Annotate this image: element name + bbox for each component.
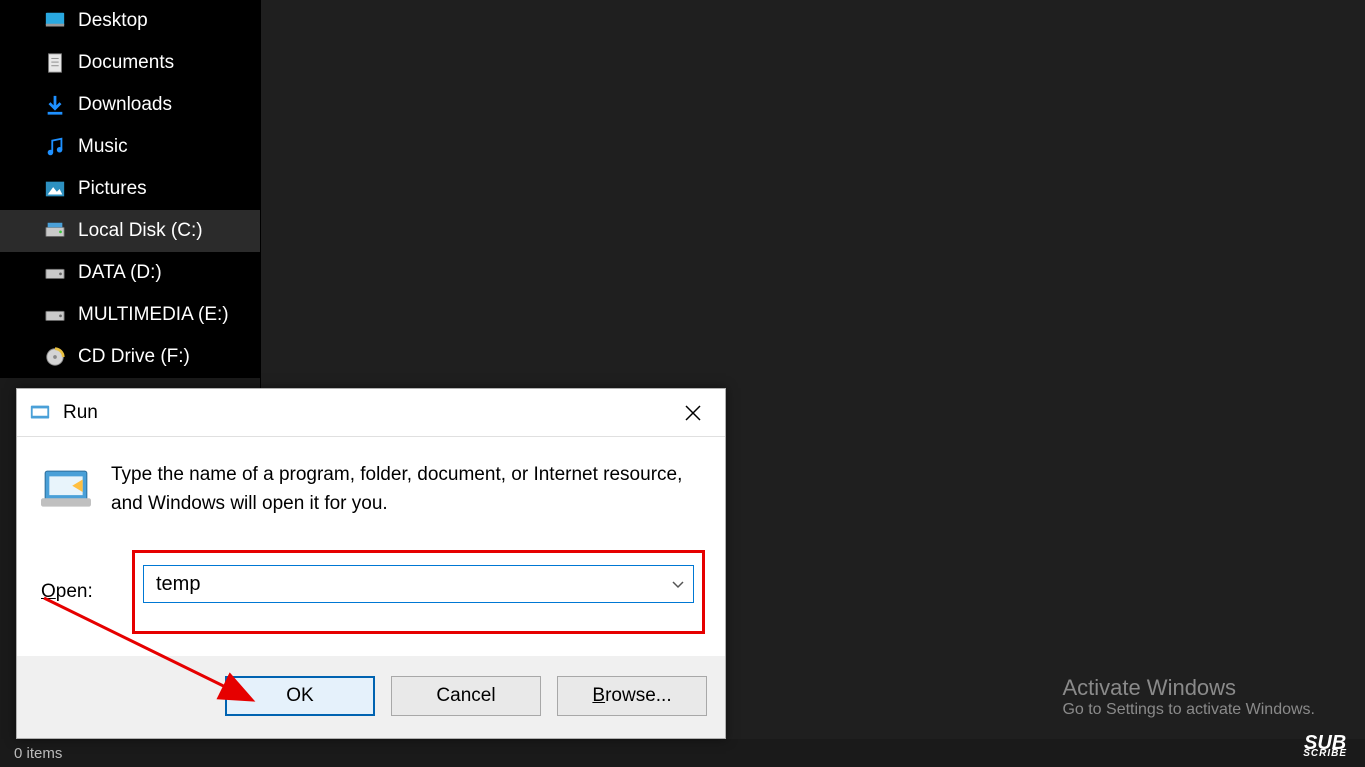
run-description: Type the name of a program, folder, docu… bbox=[111, 461, 701, 518]
sidebar-item-pictures[interactable]: Pictures bbox=[0, 168, 260, 210]
run-input[interactable] bbox=[144, 569, 663, 600]
watermark-sub: Go to Settings to activate Windows. bbox=[1062, 701, 1315, 719]
sidebar-item-label: MULTIMEDIA (E:) bbox=[78, 304, 229, 326]
highlight-annotation bbox=[132, 550, 705, 634]
status-bar: 0 items bbox=[0, 739, 1365, 767]
run-titlebar[interactable]: Run bbox=[17, 389, 725, 437]
music-icon bbox=[44, 136, 66, 158]
drive-icon bbox=[44, 220, 66, 242]
run-body: Type the name of a program, folder, docu… bbox=[17, 437, 725, 538]
subscribe-bottom: SCRIBE bbox=[1303, 750, 1347, 757]
sidebar-item-label: Documents bbox=[78, 52, 174, 74]
open-label: Open: bbox=[41, 581, 116, 603]
cd-icon bbox=[44, 346, 66, 368]
cancel-button[interactable]: Cancel bbox=[391, 676, 541, 716]
sidebar-item-label: Pictures bbox=[78, 178, 147, 200]
sidebar-item-local-disk-c[interactable]: Local Disk (C:) bbox=[0, 210, 260, 252]
chevron-down-icon[interactable] bbox=[663, 577, 693, 591]
sidebar-item-label: Local Disk (C:) bbox=[78, 220, 203, 242]
sidebar-item-music[interactable]: Music bbox=[0, 126, 260, 168]
sidebar-item-label: DATA (D:) bbox=[78, 262, 162, 284]
drive-icon bbox=[44, 304, 66, 326]
sidebar-item-label: Music bbox=[78, 136, 128, 158]
documents-icon bbox=[44, 52, 66, 74]
desktop-icon bbox=[44, 10, 66, 32]
sidebar-item-label: Downloads bbox=[78, 94, 172, 116]
drive-icon bbox=[44, 262, 66, 284]
sidebar-item-data-d[interactable]: DATA (D:) bbox=[0, 252, 260, 294]
subscribe-badge: SUB SCRIBE bbox=[1303, 736, 1347, 757]
sidebar-item-downloads[interactable]: Downloads bbox=[0, 84, 260, 126]
browse-button[interactable]: Browse... bbox=[557, 676, 707, 716]
explorer-sidebar: Desktop Documents Downloads Music Pictur… bbox=[0, 0, 260, 378]
pictures-icon bbox=[44, 178, 66, 200]
run-dialog: Run Type the name of a program, folder, … bbox=[16, 388, 726, 739]
run-open-row: Open: bbox=[17, 542, 725, 642]
run-program-icon bbox=[41, 467, 91, 513]
watermark-title: Activate Windows bbox=[1062, 675, 1315, 701]
sidebar-item-label: Desktop bbox=[78, 10, 148, 32]
downloads-icon bbox=[44, 94, 66, 116]
sidebar-item-cd-drive-f[interactable]: CD Drive (F:) bbox=[0, 336, 260, 378]
status-text: 0 items bbox=[14, 745, 62, 762]
sidebar-item-desktop[interactable]: Desktop bbox=[0, 0, 260, 42]
run-title: Run bbox=[63, 402, 673, 424]
sidebar-item-label: CD Drive (F:) bbox=[78, 346, 190, 368]
close-button[interactable] bbox=[673, 393, 713, 433]
run-combobox[interactable] bbox=[143, 565, 694, 603]
ok-button[interactable]: OK bbox=[225, 676, 375, 716]
sidebar-item-multimedia-e[interactable]: MULTIMEDIA (E:) bbox=[0, 294, 260, 336]
sidebar-item-documents[interactable]: Documents bbox=[0, 42, 260, 84]
run-title-icon bbox=[29, 402, 51, 424]
run-footer: OK Cancel Browse... bbox=[17, 656, 725, 738]
activate-windows-watermark: Activate Windows Go to Settings to activ… bbox=[1062, 675, 1315, 719]
